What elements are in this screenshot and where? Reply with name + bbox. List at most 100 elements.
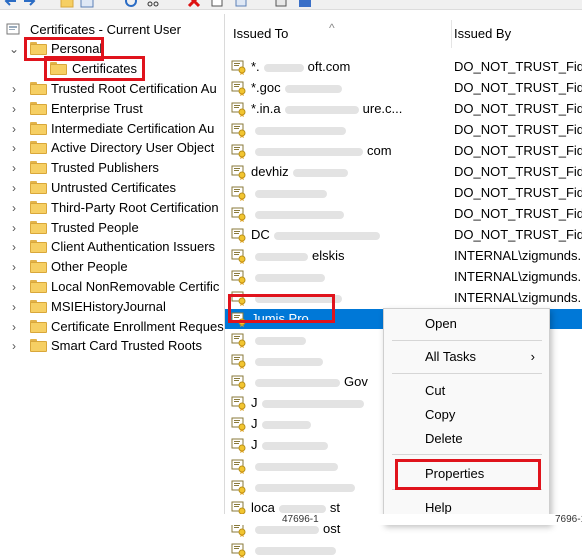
certificate-row[interactable]: *. oft.com DO_NOT_TRUST_Fiddle xyxy=(225,57,582,77)
tree-item[interactable]: › Intermediate Certification Au xyxy=(0,119,224,139)
menu-item-open[interactable]: Open xyxy=(384,313,549,335)
menu-item-cut[interactable]: Cut xyxy=(384,380,549,402)
folder-icon xyxy=(30,240,47,254)
issued-to-text: Jumis Pro xyxy=(251,311,309,326)
chevron-right-icon[interactable]: › xyxy=(7,277,21,297)
folder-icon xyxy=(30,319,47,333)
chevron-right-icon[interactable]: › xyxy=(7,317,21,337)
copy-icon[interactable] xyxy=(210,0,224,8)
issued-to-suffix: elskis xyxy=(312,248,345,263)
certificate-row[interactable]: devhiz DO_NOT_TRUST_Fiddle xyxy=(225,162,582,182)
tree-item-label: Local NonRemovable Certific xyxy=(51,279,220,294)
tree-item-personal[interactable]: ⌄ Personal xyxy=(0,39,224,59)
export-icon[interactable] xyxy=(234,0,248,8)
issued-to xyxy=(251,540,447,560)
redacted-text xyxy=(255,252,308,261)
menu-item-copy[interactable]: Copy xyxy=(384,404,549,426)
tree-item[interactable]: › Smart Card Trusted Roots xyxy=(0,336,224,356)
chevron-right-icon[interactable]: › xyxy=(7,99,21,119)
tree-item-label: Untrusted Certificates xyxy=(51,180,176,195)
certificate-row[interactable]: DO_NOT_TRUST_Fiddle xyxy=(225,120,582,140)
tree-item[interactable]: › Certificate Enrollment Reques xyxy=(0,317,224,337)
chevron-right-icon[interactable]: › xyxy=(7,297,21,317)
chevron-right-icon[interactable]: › xyxy=(7,119,21,139)
redacted-text xyxy=(255,189,327,198)
folder-icon xyxy=(50,62,67,75)
chevron-right-icon[interactable]: › xyxy=(7,336,21,356)
chevron-right-icon[interactable]: › xyxy=(7,198,21,218)
tree-item[interactable]: › Enterprise Trust xyxy=(0,99,224,119)
tree-item-label: Trusted Publishers xyxy=(51,160,159,176)
certificate-row[interactable]: DC DO_NOT_TRUST_Fiddle xyxy=(225,225,582,245)
folder-icon xyxy=(30,299,47,313)
tree-item-certificates[interactable]: Certificates xyxy=(0,59,224,79)
tree-item[interactable]: › Client Authentication Issuers xyxy=(0,237,224,257)
menu-item-properties[interactable]: Properties xyxy=(384,463,549,485)
menu-item-delete[interactable]: Delete xyxy=(384,428,549,450)
certificate-row[interactable]: *.goc DO_NOT_TRUST_Fiddle xyxy=(225,78,582,98)
certificate-icon xyxy=(231,312,246,327)
issued-by: DO_NOT_TRUST_Fiddle xyxy=(454,164,582,179)
redacted-text xyxy=(255,210,344,219)
tree-item[interactable]: › Trusted Root Certification Au xyxy=(0,79,224,99)
chevron-right-icon[interactable]: › xyxy=(7,158,21,178)
forward-arrow-icon[interactable] xyxy=(22,0,36,8)
redacted-text xyxy=(255,483,355,492)
menu-separator xyxy=(392,489,542,490)
redacted-text xyxy=(255,462,338,471)
column-header-issued-by[interactable]: Issued By xyxy=(446,20,582,48)
chevron-right-icon[interactable]: › xyxy=(7,79,21,99)
certificate-row[interactable]: elskis INTERNAL\zigmunds.l xyxy=(225,246,582,266)
tree-item-label: Trusted People xyxy=(51,219,139,235)
tree-item[interactable]: › Active Directory User Object xyxy=(0,138,224,158)
issued-to-suffix: oft.com xyxy=(307,59,351,74)
delete-icon[interactable] xyxy=(187,0,201,8)
certificate-row[interactable]: com DO_NOT_TRUST_Fiddle xyxy=(225,141,582,161)
chevron-down-icon[interactable]: ⌄ xyxy=(7,39,21,59)
certificate-icon xyxy=(231,417,246,432)
certificate-row[interactable]: DO_NOT_TRUST_Fiddle xyxy=(225,183,582,203)
tree-item[interactable]: › Trusted People xyxy=(0,218,224,238)
tree-item[interactable]: › Trusted Publishers xyxy=(0,158,224,178)
chevron-right-icon[interactable]: › xyxy=(7,138,21,158)
certificate-icon xyxy=(231,354,246,369)
tree-item[interactable]: › Untrusted Certificates xyxy=(0,178,224,198)
tree-item[interactable]: › Other People xyxy=(0,257,224,277)
tree-item[interactable]: › Local NonRemovable Certific xyxy=(0,277,224,297)
column-header-issued-to[interactable]: ^ Issued To xyxy=(225,20,452,48)
chevron-right-icon[interactable]: › xyxy=(7,237,21,257)
properties-icon[interactable] xyxy=(274,0,288,8)
folder-icon xyxy=(30,260,47,274)
chevron-right-icon[interactable]: › xyxy=(7,257,21,277)
refresh-icon[interactable] xyxy=(124,0,138,8)
redacted-text xyxy=(255,294,342,303)
partial-row-right-text: 7696-1 xyxy=(555,514,582,525)
help-icon[interactable] xyxy=(298,0,312,8)
sort-arrow-icon: ^ xyxy=(329,21,335,35)
issued-to-text: J xyxy=(251,416,258,431)
folder-icon xyxy=(30,82,47,95)
console-tree-icon[interactable] xyxy=(80,0,94,8)
tree-item[interactable]: › Third-Party Root Certification xyxy=(0,198,224,218)
folder-icon xyxy=(30,181,47,194)
certificate-row[interactable] xyxy=(225,540,582,560)
redacted-text xyxy=(263,63,304,72)
certificate-icon xyxy=(231,207,246,222)
folder-icon xyxy=(30,121,47,135)
certificate-row[interactable]: DO_NOT_TRUST_Fiddle xyxy=(225,204,582,224)
issued-to xyxy=(251,267,447,287)
chevron-right-icon[interactable]: › xyxy=(7,218,21,238)
chevron-right-icon[interactable]: › xyxy=(7,178,21,198)
certificate-row[interactable]: INTERNAL\zigmunds.l xyxy=(225,288,582,308)
redacted-text xyxy=(273,231,380,240)
cut-icon[interactable] xyxy=(146,0,160,8)
folder-up-icon[interactable] xyxy=(60,0,74,8)
redacted-text xyxy=(261,399,364,408)
back-arrow-icon[interactable] xyxy=(4,0,18,8)
certificate-row[interactable]: *.in.a ure.c... DO_NOT_TRUST_Fiddle xyxy=(225,99,582,119)
menu-item-all-tasks[interactable]: All Tasks › xyxy=(384,346,549,368)
tree-root-label: Certificates - Current User xyxy=(30,22,181,37)
tree-item[interactable]: › MSIEHistoryJournal xyxy=(0,297,224,317)
certificate-icon xyxy=(231,249,246,264)
certificate-row[interactable]: INTERNAL\zigmunds.l xyxy=(225,267,582,287)
